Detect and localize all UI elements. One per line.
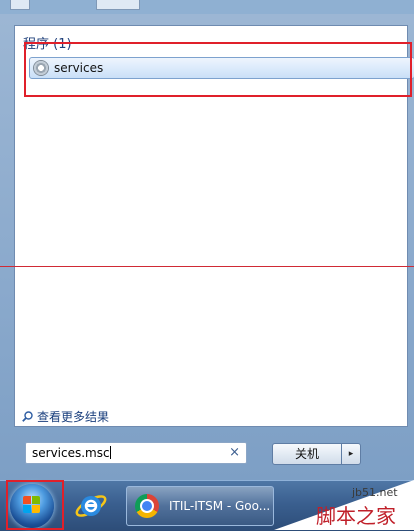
start-highlight-annotation <box>6 480 64 530</box>
highlight-annotation <box>24 42 412 97</box>
clear-x-icon[interactable]: × <box>229 445 240 460</box>
shutdown-button[interactable]: 关机 <box>272 443 342 465</box>
see-more-label: 查看更多结果 <box>37 410 110 424</box>
top-tab <box>96 0 140 10</box>
see-more-results-link[interactable]: 查看更多结果 <box>22 408 109 425</box>
annotation-line <box>0 266 414 267</box>
shutdown-options-button[interactable]: ▸ <box>341 443 361 465</box>
search-input[interactable]: services.msc × <box>25 442 247 464</box>
search-value: services.msc <box>32 446 111 460</box>
taskbar-button-chrome[interactable]: ITIL-ITSM - Goo... <box>126 486 274 526</box>
chrome-icon <box>135 494 159 518</box>
search-magnifier-icon <box>22 411 33 422</box>
taskbar-button-label: ITIL-ITSM - Goo... <box>169 499 271 513</box>
start-menu: 程序 (1) services 查看更多结果 services.msc × 关机… <box>0 0 414 480</box>
internet-explorer-icon[interactable] <box>74 489 108 523</box>
watermark-text: 脚本之家 <box>316 504 396 528</box>
top-tab <box>10 0 30 10</box>
watermark-site: jb51.net <box>352 486 398 499</box>
top-strip <box>0 0 414 14</box>
